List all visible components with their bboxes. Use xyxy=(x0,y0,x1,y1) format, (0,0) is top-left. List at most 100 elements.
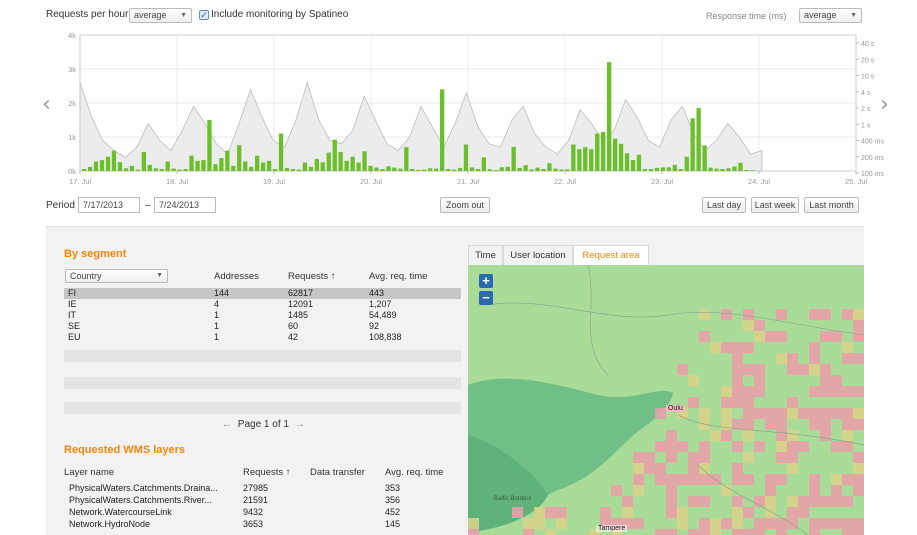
right-axis-tick-label: 4 s xyxy=(861,90,871,97)
heat-cell xyxy=(842,353,853,364)
x-axis-tick-label: 17. Jul xyxy=(69,177,91,186)
heat-cell xyxy=(732,496,743,507)
layer-name: PhysicalWaters.Catchments.River... xyxy=(69,495,212,505)
data-transfer-header[interactable]: Data transfer xyxy=(310,467,365,478)
heat-cell xyxy=(666,507,677,518)
heat-cell xyxy=(842,529,853,535)
requests-bar xyxy=(744,170,749,171)
heat-cell xyxy=(820,419,831,430)
table-row[interactable]: IT 1 1485 54,489 xyxy=(64,310,461,321)
requests-header[interactable]: Requests ↑ xyxy=(288,271,336,282)
table-row[interactable]: EU 1 42 108,838 xyxy=(64,332,461,343)
heat-cell xyxy=(556,518,567,529)
heat-cell xyxy=(765,496,776,507)
zoom-out-map-button[interactable]: − xyxy=(479,291,493,305)
heat-cell xyxy=(765,474,776,485)
requests-bar xyxy=(147,164,152,171)
heat-cell xyxy=(831,375,842,386)
layer-requests: 27985 xyxy=(243,483,269,493)
last-week-button[interactable]: Last week xyxy=(751,197,799,213)
table-row[interactable]: PhysicalWaters.Catchments.Draina... 2798… xyxy=(64,483,461,494)
table-row[interactable]: SE 1 60 92 xyxy=(64,321,461,332)
map-canvas xyxy=(468,265,864,535)
heat-cell xyxy=(512,507,523,518)
period-start-input[interactable]: 7/17/2013 xyxy=(78,197,140,213)
table-row[interactable]: FI 144 62817 443 xyxy=(64,288,461,299)
heat-cell xyxy=(732,441,743,452)
response-aggregate-select[interactable]: average ▼ xyxy=(799,8,862,23)
table-row[interactable]: PhysicalWaters.Catchments.River... 21591… xyxy=(64,495,461,506)
last-day-button[interactable]: Last day xyxy=(702,197,746,213)
requests-bar xyxy=(153,168,158,171)
right-axis-tick-label: 2 s xyxy=(861,106,871,113)
heat-cell xyxy=(754,518,765,529)
tab-user-location[interactable]: User location xyxy=(503,245,573,265)
requests-bar xyxy=(105,156,111,171)
heat-cell xyxy=(853,529,864,535)
table-row[interactable]: IE 4 12091 1,207 xyxy=(64,299,461,310)
segment-dropdown[interactable]: Country ▼ xyxy=(65,269,168,283)
heat-cell xyxy=(809,353,820,364)
layer-requests-header[interactable]: Requests ↑ xyxy=(243,467,291,478)
next-page-arrow-icon[interactable]: → xyxy=(295,419,305,430)
heat-cell xyxy=(853,474,864,485)
heat-cell xyxy=(853,408,864,419)
right-axis-tick-label: 400 ms xyxy=(861,139,884,146)
addresses-header[interactable]: Addresses xyxy=(214,271,259,282)
heat-cell xyxy=(732,463,743,474)
heat-cell xyxy=(754,320,765,331)
avg-time-value: 108,838 xyxy=(369,332,402,342)
heat-cell xyxy=(787,364,798,375)
period-end-input[interactable]: 7/24/2013 xyxy=(154,197,216,213)
requests-bar xyxy=(159,169,164,171)
heat-cell xyxy=(666,485,677,496)
prev-page-arrow-icon[interactable]: ← xyxy=(222,419,232,430)
heat-cell xyxy=(787,397,798,408)
requests-bar xyxy=(362,151,367,171)
requests-aggregate-select[interactable]: average ▼ xyxy=(129,8,192,23)
heat-cell xyxy=(754,364,765,375)
layer-requests: 9432 xyxy=(243,507,264,517)
table-row[interactable]: Network.HydroNode 3653 145 xyxy=(64,519,461,530)
requests-bar xyxy=(183,169,188,171)
requests-bar xyxy=(213,164,218,171)
requests-bar xyxy=(618,143,624,171)
monitoring-checkbox[interactable]: ✓ xyxy=(199,10,209,20)
avg-req-time-header[interactable]: Avg. req. time xyxy=(369,271,427,282)
heat-cell xyxy=(820,496,831,507)
last-month-button[interactable]: Last month xyxy=(804,197,859,213)
requests-per-hour-label: Requests per hour xyxy=(46,9,129,20)
zoom-in-button[interactable]: + xyxy=(479,274,493,288)
table-row[interactable]: Network.WatercourseLink 9432 452 xyxy=(64,507,461,518)
layer-avg-time-header[interactable]: Avg. req. time xyxy=(385,467,443,478)
toolbar: Requests per hour average ▼ ✓ Include mo… xyxy=(0,0,917,30)
heat-cell xyxy=(820,430,831,441)
heat-cell xyxy=(765,485,776,496)
heat-cell xyxy=(633,463,644,474)
heat-cell xyxy=(699,309,710,320)
heat-cell xyxy=(710,342,721,353)
heat-cell xyxy=(710,430,721,441)
request-area-map[interactable]: + − Oulu Tampere Baltic Borders xyxy=(468,265,864,535)
heat-cell xyxy=(732,518,743,529)
layer-name-header[interactable]: Layer name xyxy=(64,467,114,478)
requests-bar xyxy=(708,167,713,171)
chevron-down-icon: ▼ xyxy=(180,12,187,19)
wms-layers-title: Requested WMS layers xyxy=(64,444,186,456)
heat-cell xyxy=(633,474,644,485)
tab-time[interactable]: Time xyxy=(468,245,503,265)
heat-cell xyxy=(721,309,732,320)
requests-bar xyxy=(523,165,528,171)
requests-bar xyxy=(517,167,522,171)
heat-cell xyxy=(820,364,831,375)
tab-request-area[interactable]: Request area xyxy=(573,245,649,265)
zoom-out-button[interactable]: Zoom out xyxy=(440,197,490,213)
heat-cell xyxy=(545,507,556,518)
requests-bar xyxy=(589,149,594,171)
heat-cell xyxy=(787,452,798,463)
heat-cell xyxy=(633,485,644,496)
heat-cell xyxy=(688,452,699,463)
requests-bar xyxy=(445,169,451,171)
heat-cell xyxy=(699,331,710,342)
requests-bar xyxy=(404,147,409,171)
